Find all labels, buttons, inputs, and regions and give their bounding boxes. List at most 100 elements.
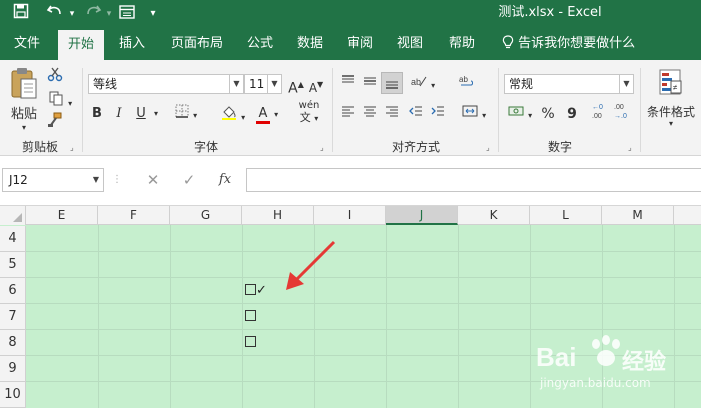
cell-h6[interactable]: ✓ [245, 278, 267, 304]
chevron-down-icon[interactable]: ▾ [274, 110, 278, 119]
cell-h7[interactable] [245, 304, 256, 330]
undo-dropdown-icon[interactable]: ▾ [66, 3, 78, 25]
font-name-combo[interactable]: 等线 ▼ [88, 74, 244, 94]
tab-page-layout[interactable]: 页面布局 [164, 28, 230, 60]
fill-color-button[interactable]: ▾ [218, 104, 248, 128]
chevron-down-icon[interactable]: ▾ [431, 81, 435, 90]
number-launcher-icon[interactable]: ⌟ [628, 143, 632, 152]
increase-decimal-icon: ←0.00 [592, 104, 608, 122]
column-header-l[interactable]: L [530, 206, 602, 225]
insert-function-button[interactable]: fx [212, 168, 238, 192]
confirm-entry-button[interactable]: ✓ [176, 168, 202, 192]
shrink-font-button[interactable]: A▼ [308, 75, 324, 98]
column-header-f[interactable]: F [98, 206, 170, 225]
comma-style-button[interactable]: 9 [564, 104, 580, 124]
chevron-down-icon[interactable]: ▼ [93, 169, 99, 191]
decrease-indent-button[interactable] [406, 104, 426, 125]
column-header-i[interactable]: I [314, 206, 386, 225]
undo-icon[interactable] [44, 3, 66, 25]
bottom-align-button[interactable] [381, 72, 403, 94]
column-header-m[interactable]: M [602, 206, 674, 225]
copy-dropdown-icon[interactable]: ▾ [68, 99, 72, 108]
cut-button[interactable] [44, 66, 66, 86]
save-icon[interactable] [10, 3, 32, 25]
chevron-down-icon[interactable]: ▾ [241, 113, 245, 122]
row-header-7[interactable]: 7 [0, 304, 26, 330]
column-header-e[interactable]: E [26, 206, 98, 225]
chevron-down-icon[interactable]: ▾ [528, 111, 532, 120]
row-header-5[interactable]: 5 [0, 252, 26, 278]
column-header-j[interactable]: J [386, 206, 458, 225]
column-header-g[interactable]: G [170, 206, 242, 225]
wrap-text-button[interactable]: ab [456, 74, 478, 95]
align-left-button[interactable] [338, 104, 358, 125]
tab-file[interactable]: 文件 [4, 28, 50, 60]
number-format-combo[interactable]: 常规 ▼ [504, 74, 634, 94]
tab-help[interactable]: 帮助 [440, 28, 484, 60]
row-header-10[interactable]: 10 [0, 382, 26, 408]
clipboard-launcher-icon[interactable]: ⌟ [70, 143, 74, 152]
format-painter-button[interactable] [44, 112, 66, 132]
formula-input[interactable] [246, 168, 701, 192]
phonetic-guide-button[interactable]: wén 文 ▾ [294, 100, 324, 125]
italic-button[interactable]: I [110, 104, 128, 124]
cell-h8[interactable] [245, 330, 256, 356]
align-right-button[interactable] [382, 104, 402, 125]
decrease-decimal-button[interactable]: .00 →.0 [614, 102, 630, 122]
row-header-8[interactable]: 8 [0, 330, 26, 356]
orientation-button[interactable]: ab ▾ [408, 74, 438, 96]
select-all-button[interactable] [0, 206, 26, 225]
customize-qat-icon[interactable]: ▾ [146, 3, 160, 25]
chevron-down-icon[interactable]: ▾ [482, 111, 486, 120]
increase-decimal-button[interactable]: ←0.00 [592, 102, 608, 122]
bold-button[interactable]: B [88, 104, 106, 124]
column-header-h[interactable]: H [242, 206, 314, 225]
percent-style-button[interactable]: % [540, 104, 556, 124]
conditional-formatting-label: 条件格式 [646, 105, 695, 119]
row-header-6[interactable]: 6 [0, 278, 26, 304]
paste-dropdown-icon[interactable]: ▾ [6, 123, 42, 133]
font-size-combo[interactable]: 11 ▼ [244, 74, 282, 94]
separator [82, 68, 83, 152]
column-header-partial[interactable] [674, 206, 701, 225]
tab-view[interactable]: 视图 [388, 28, 432, 60]
align-center-button[interactable] [360, 104, 380, 125]
tab-formulas[interactable]: 公式 [238, 28, 282, 60]
middle-align-button[interactable] [360, 74, 380, 95]
underline-button[interactable]: U [132, 104, 150, 124]
chevron-down-icon[interactable]: ▼ [619, 75, 633, 93]
tab-insert[interactable]: 插入 [110, 28, 154, 60]
row-header-4[interactable]: 4 [0, 226, 26, 252]
name-box[interactable]: J12 ▼ [2, 168, 104, 192]
font-color-button[interactable]: A ▾ [252, 104, 282, 125]
top-align-button[interactable] [338, 74, 358, 95]
borders-button[interactable]: ▾ [172, 104, 200, 126]
chevron-down-icon[interactable]: ▾ [193, 111, 197, 120]
form-icon[interactable] [116, 3, 138, 25]
chevron-down-icon[interactable]: ▼ [267, 75, 281, 93]
column-header-k[interactable]: K [458, 206, 530, 225]
tab-home[interactable]: 开始 [58, 30, 104, 60]
accounting-format-button[interactable]: ▾ [504, 104, 536, 126]
font-launcher-icon[interactable]: ⌟ [320, 143, 324, 152]
copy-button[interactable]: ▾ [44, 90, 76, 110]
chevron-down-icon[interactable]: ▾ [644, 119, 698, 129]
merge-center-button[interactable]: ▾ [456, 104, 492, 126]
redo-dropdown-icon[interactable]: ▾ [103, 3, 115, 25]
cancel-entry-button[interactable]: ✕ [140, 168, 166, 192]
underline-dropdown-icon[interactable]: ▾ [150, 104, 162, 124]
paste-button[interactable]: 粘贴 ▾ [6, 66, 42, 136]
grow-font-button[interactable]: A▲ [288, 75, 304, 99]
conditional-formatting-button[interactable]: ≠ 条件格式 ▾ [644, 68, 698, 128]
redo-icon[interactable] [82, 3, 104, 25]
increase-indent-button[interactable] [428, 104, 448, 125]
chevron-down-icon[interactable]: ▼ [229, 75, 243, 93]
alignment-launcher-icon[interactable]: ⌟ [486, 143, 490, 152]
separator [498, 68, 499, 152]
number-group-label: 数字 [547, 140, 572, 154]
tab-data[interactable]: 数据 [288, 28, 332, 60]
tab-review[interactable]: 审阅 [338, 28, 382, 60]
row-header-9[interactable]: 9 [0, 356, 26, 382]
tell-me-box[interactable]: 告诉我你想要做什么 [502, 28, 635, 60]
more-options-icon[interactable]: ⋮ [112, 168, 122, 192]
